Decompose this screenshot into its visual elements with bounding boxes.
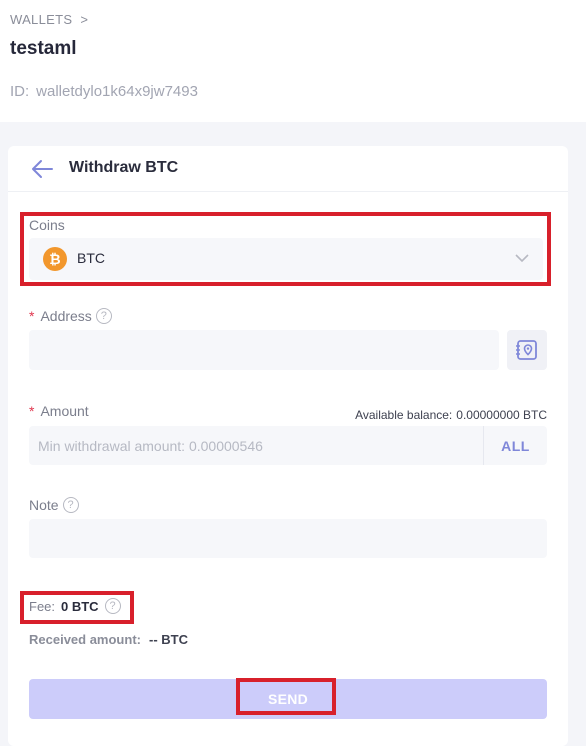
arrow-left-icon[interactable] [30,158,54,180]
card-header: Withdraw BTC [8,146,568,192]
available-balance: Available balance: 0.00000000 BTC [355,408,547,422]
available-balance-value: 0.00000000 BTC [456,408,547,422]
send-highlight-box [236,678,336,715]
wallet-id: ID: walletdylo1k64x9jw7493 [10,83,198,100]
address-book-button[interactable] [507,330,547,370]
fee-highlight-box [20,591,134,624]
breadcrumb-wallets-link[interactable]: WALLETS [10,12,72,27]
amount-field: ALL [29,426,547,465]
amount-input[interactable] [29,426,483,465]
help-icon[interactable]: ? [62,497,79,513]
note-input[interactable] [29,519,547,558]
amount-label: * Amount [29,403,89,419]
note-label-text: Note [29,497,59,513]
help-icon[interactable]: ? [95,308,112,324]
address-label: * Address ? [29,308,112,324]
required-mark: * [29,403,35,419]
wallet-id-label: ID: [10,83,30,100]
address-label-text: Address [40,308,92,324]
wallet-id-value: walletdylo1k64x9jw7493 [36,83,198,100]
received-amount-value: -- BTC [148,632,188,647]
received-amount-label: Received amount: [29,632,141,647]
available-balance-label: Available balance: [355,408,453,422]
breadcrumb-separator: > [80,12,89,27]
wallet-name: testaml [10,38,77,59]
note-label: Note ? [29,497,79,513]
breadcrumb: WALLETS > [10,12,88,27]
required-mark: * [29,308,35,324]
received-amount-row: Received amount: -- BTC [29,632,188,647]
withdraw-card: Withdraw BTC Coins ₿ BTC * Address ? * A… [8,146,568,746]
amount-label-text: Amount [40,403,89,419]
all-amount-button[interactable]: ALL [483,426,547,465]
coins-highlight-box [20,212,551,286]
address-input[interactable] [29,330,499,370]
page-title: Withdraw BTC [69,159,179,176]
wallet-header: WALLETS > testaml ID: walletdylo1k64x9jw… [0,0,586,122]
address-book-pin-icon [516,340,537,360]
